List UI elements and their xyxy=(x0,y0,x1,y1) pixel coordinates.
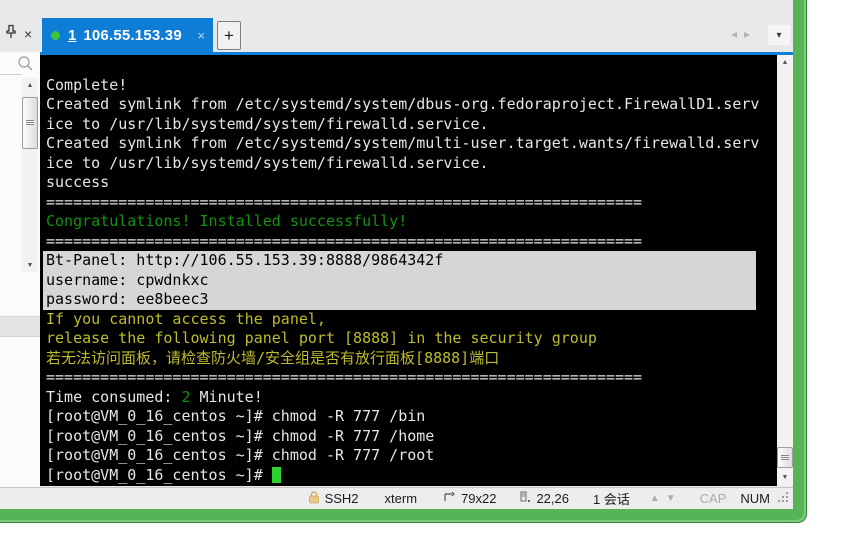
terminal-line-selected: password: ee8beec3 xyxy=(43,290,756,310)
tab-scroll-left-icon[interactable]: ◂ xyxy=(731,27,737,41)
panel-close-icon[interactable]: × xyxy=(24,27,32,41)
terminal-line: Congratulations! Installed successfully! xyxy=(46,212,777,232)
terminal-screen[interactable]: Complete!Created symlink from /etc/syste… xyxy=(40,55,777,486)
terminal-line: [root@VM_0_16_centos ~]# chmod -R 777 /r… xyxy=(46,446,777,466)
pin-icon[interactable] xyxy=(5,24,17,44)
tab-index: 1 xyxy=(68,27,76,44)
tab-title: 106.55.153.39 xyxy=(83,27,182,44)
terminal-line: ========================================… xyxy=(46,368,777,388)
terminal-line: ice to /usr/lib/systemd/system/firewalld… xyxy=(46,154,777,174)
status-bar: SSH2 xterm 79x22 22,26 xyxy=(0,487,793,509)
new-tab-button[interactable]: + xyxy=(217,21,241,50)
session-status-icon xyxy=(51,31,60,40)
terminal-line: [root@VM_0_16_centos ~]# chmod -R 777 /h… xyxy=(46,427,777,447)
terminal-line: [root@VM_0_16_centos ~]# chmod -R 777 /b… xyxy=(46,407,777,427)
scroll-down-icon[interactable]: ▼ xyxy=(777,470,793,484)
tab-scroll-right-icon[interactable]: ▸ xyxy=(744,27,750,41)
num-lock-indicator: NUM xyxy=(740,491,770,506)
app-content: × 1 106.55.153.39 × + ◂ ▸ ▾ xyxy=(0,0,793,509)
sidebar-panel: ▲ ▼ xyxy=(0,52,40,487)
terminal-size-label: 79x22 xyxy=(461,491,496,506)
terminal-line-selected: username: cpwdnkxc xyxy=(43,271,756,291)
terminal-line: Created symlink from /etc/systemd/system… xyxy=(46,95,777,115)
session-tab[interactable]: 1 106.55.153.39 × xyxy=(42,18,213,52)
sidebar-scrollbar[interactable]: ▲ ▼ xyxy=(22,78,38,272)
cursor-position-label: 22,26 xyxy=(536,491,569,506)
terminal-line: ========================================… xyxy=(46,193,777,213)
terminal-lines: Complete!Created symlink from /etc/syste… xyxy=(46,56,777,485)
resize-grip[interactable] xyxy=(777,491,789,506)
terminal-type-label: xterm xyxy=(385,491,418,506)
tab-close-icon[interactable]: × xyxy=(197,28,205,43)
cursor-position-icon xyxy=(520,491,531,506)
terminal-line: release the following panel port [8888] … xyxy=(46,329,777,349)
protocol-label: SSH2 xyxy=(325,491,359,506)
terminal-line: Created symlink from /etc/systemd/system… xyxy=(46,134,777,154)
terminal-line: [root@VM_0_16_centos ~]# xyxy=(46,466,777,486)
terminal-line: 若无法访问面板，请检查防火墙/安全组是否有放行面板[8888]端口 xyxy=(46,349,777,369)
terminal-line: Complete! xyxy=(46,76,777,96)
sidebar-collapsed-section xyxy=(0,316,40,337)
scroll-up-icon[interactable]: ▲ xyxy=(777,55,793,69)
tab-list-dropdown-button[interactable]: ▾ xyxy=(768,25,790,45)
terminal-line: success xyxy=(46,173,777,193)
terminal-line xyxy=(46,56,777,76)
caps-lock-indicator: CAP xyxy=(700,491,727,506)
scroll-up-icon[interactable]: ▲ xyxy=(22,78,38,92)
terminal-line-selected: Bt-Panel: http://106.55.153.39:8888/9864… xyxy=(43,251,756,271)
terminal-line: ice to /usr/lib/systemd/system/firewalld… xyxy=(46,115,777,135)
terminal-line: ========================================… xyxy=(46,232,777,252)
tab-bar: × 1 106.55.153.39 × + ◂ ▸ ▾ xyxy=(0,0,793,52)
terminal-line: Time consumed: 2 Minute! xyxy=(46,388,777,408)
resize-icon xyxy=(443,491,456,506)
terminal-scrollbar[interactable]: ▲ ▼ xyxy=(777,55,793,486)
scroll-top-icon[interactable]: ▲ xyxy=(650,493,660,504)
sidebar-divider xyxy=(0,74,22,75)
terminal-cursor xyxy=(272,467,281,483)
scroll-bottom-icon[interactable]: ▼ xyxy=(666,493,676,504)
lock-icon xyxy=(308,491,320,507)
sidebar-scrollbar-thumb[interactable] xyxy=(22,97,38,149)
terminal-line: If you cannot access the panel, xyxy=(46,310,777,330)
scroll-down-icon[interactable]: ▼ xyxy=(22,258,38,272)
session-count-label: 1 会话 xyxy=(593,489,630,508)
chevron-down-icon: ▾ xyxy=(776,30,781,41)
terminal-scrollbar-thumb[interactable] xyxy=(777,447,793,468)
desktop: × 1 106.55.153.39 × + ◂ ▸ ▾ xyxy=(0,0,845,546)
app-window: × 1 106.55.153.39 × + ◂ ▸ ▾ xyxy=(0,0,807,523)
